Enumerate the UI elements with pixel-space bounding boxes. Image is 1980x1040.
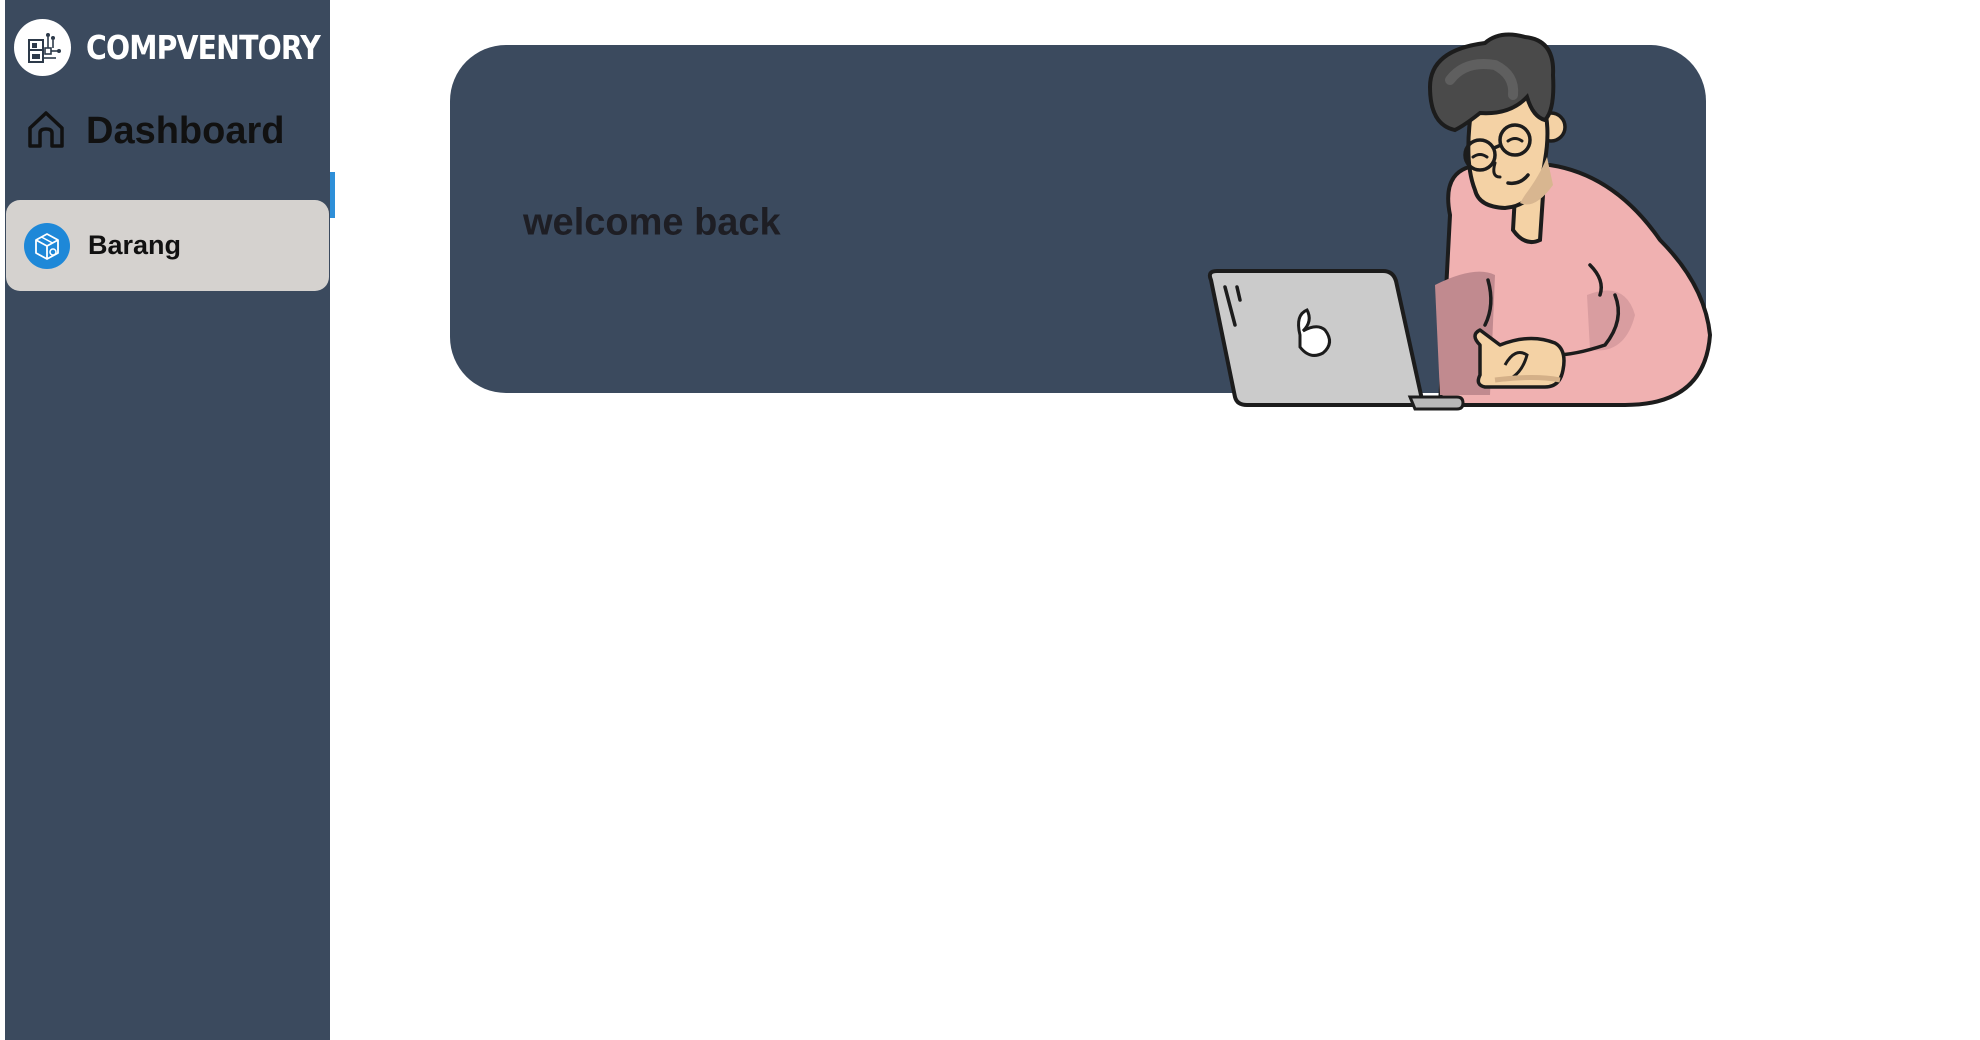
box-icon bbox=[24, 222, 70, 269]
welcome-text: welcome back bbox=[523, 201, 781, 244]
person-with-laptop-illustration bbox=[1207, 32, 1712, 411]
home-icon bbox=[25, 108, 67, 155]
sidebar-item-label: Barang bbox=[88, 230, 182, 260]
brand-name: COMPVENTORY bbox=[86, 28, 321, 67]
sidebar-item-dashboard[interactable]: Dashboard bbox=[25, 108, 284, 155]
brand[interactable]: COMPVENTORY bbox=[14, 19, 358, 76]
sidebar: COMPVENTORY Dashboard Barang bbox=[5, 0, 335, 1040]
active-indicator bbox=[330, 172, 335, 218]
inventory-logo-icon bbox=[14, 19, 71, 76]
sidebar-item-label: Dashboard bbox=[86, 110, 285, 152]
sidebar-item-barang[interactable]: Barang bbox=[6, 200, 329, 291]
